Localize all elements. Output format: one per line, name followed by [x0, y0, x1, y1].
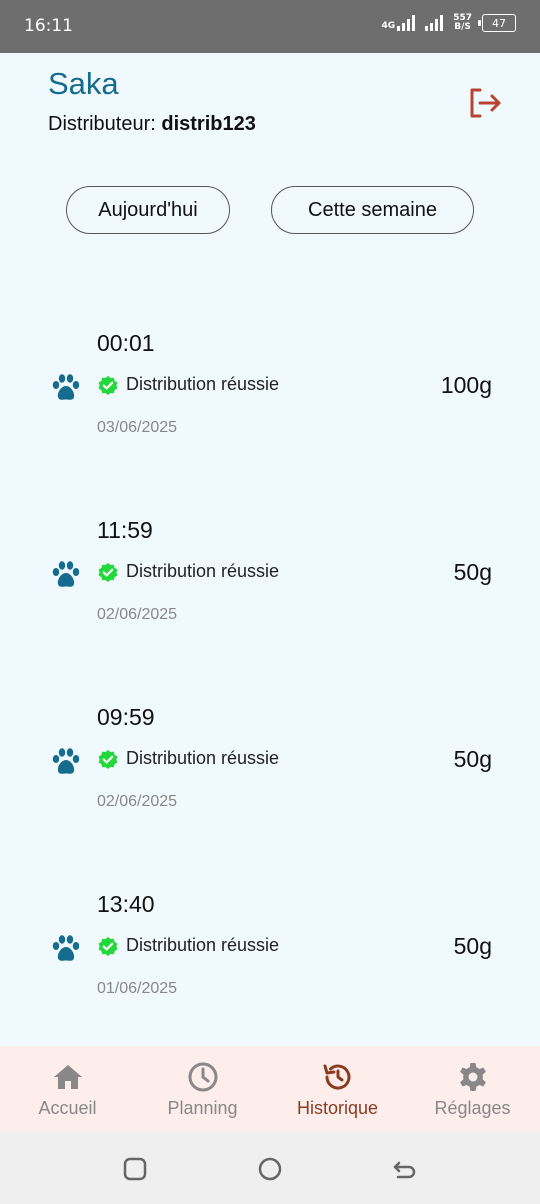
entry-date: 03/06/2025: [97, 419, 178, 436]
network-label: 4G: [381, 21, 396, 31]
nav-item-historique[interactable]: Historique: [270, 1046, 405, 1132]
history-entry: 00:01 Distribution réussie 100g 03/06/2025: [0, 330, 540, 460]
speed-unit: B/S: [454, 22, 471, 32]
nav-label: Accueil: [38, 1098, 97, 1118]
back-button[interactable]: [390, 1154, 420, 1184]
paw-icon: [52, 374, 80, 400]
entry-status: Distribution réussie: [126, 935, 280, 955]
paw-icon: [52, 935, 80, 961]
status-icons: 4G 557 B/S 47: [382, 14, 516, 32]
entry-time: 13:40: [97, 891, 155, 917]
paw-icon: [52, 561, 80, 587]
recent-apps-button[interactable]: [120, 1154, 150, 1184]
network-indicator: 4G: [382, 15, 416, 31]
speed-indicator: 557 B/S: [449, 14, 472, 32]
back-icon: [393, 1161, 416, 1179]
history-icon: [323, 1064, 350, 1090]
gear-icon: [459, 1063, 486, 1091]
battery-level: 47: [492, 16, 506, 30]
entry-status: Distribution réussie: [126, 561, 280, 581]
system-nav-bar: [0, 1132, 540, 1204]
check-badge-icon: [98, 563, 118, 582]
entry-time: 09:59: [97, 704, 155, 730]
logout-button[interactable]: [466, 84, 504, 122]
check-badge-icon: [98, 750, 118, 769]
clock-icon: [188, 1062, 217, 1092]
distributor-info: Distributeur: distrib123: [48, 113, 256, 136]
device-name: Saka: [48, 66, 119, 101]
check-badge-icon: [98, 937, 118, 956]
signal-icon: [397, 15, 416, 31]
distributor-label: Distributeur:: [48, 113, 156, 135]
nav-label: Réglages: [434, 1098, 511, 1118]
entry-quantity: 50g: [453, 559, 492, 585]
signal-icon-2: [425, 15, 444, 31]
history-entry: 11:59 Distribution réussie 50g 02/06/2025: [0, 517, 540, 647]
filter-today-button[interactable]: Aujourd'hui: [66, 186, 230, 234]
entry-status: Distribution réussie: [126, 748, 280, 768]
entry-date: 01/06/2025: [97, 980, 178, 997]
home-button[interactable]: [255, 1154, 285, 1184]
logout-icon: [470, 88, 501, 118]
entry-quantity: 50g: [453, 746, 492, 772]
status-time: 16:11: [24, 16, 73, 36]
nav-label: Planning: [167, 1098, 238, 1118]
nav-item-accueil[interactable]: Accueil: [0, 1046, 135, 1132]
entry-quantity: 50g: [453, 933, 492, 959]
distributor-id: distrib123: [161, 113, 256, 135]
status-bar: 16:11 4G 557 B/S 47: [0, 0, 540, 53]
entry-time: 11:59: [97, 517, 153, 543]
circle-icon: [258, 1157, 282, 1181]
check-badge-icon: [98, 376, 118, 395]
square-icon: [123, 1157, 147, 1181]
battery-icon: 47: [478, 14, 516, 32]
history-entry: 09:59 Distribution réussie 50g 02/06/2025: [0, 704, 540, 834]
paw-icon: [52, 748, 80, 774]
history-entry: 13:40 Distribution réussie 50g 01/06/2025: [0, 891, 540, 1021]
entry-quantity: 100g: [440, 372, 492, 398]
entry-time: 00:01: [97, 330, 155, 356]
nav-item-planning[interactable]: Planning: [135, 1046, 270, 1132]
filter-week-button[interactable]: Cette semaine: [271, 186, 474, 234]
nav-item-reglages[interactable]: Réglages: [405, 1046, 540, 1132]
home-icon: [53, 1065, 82, 1089]
nav-label: Historique: [296, 1098, 379, 1118]
entry-date: 02/06/2025: [97, 793, 178, 810]
entry-date: 02/06/2025: [97, 606, 178, 623]
bottom-nav: Accueil Planning Historique Réglages: [0, 1046, 540, 1132]
entry-status: Distribution réussie: [126, 374, 280, 394]
